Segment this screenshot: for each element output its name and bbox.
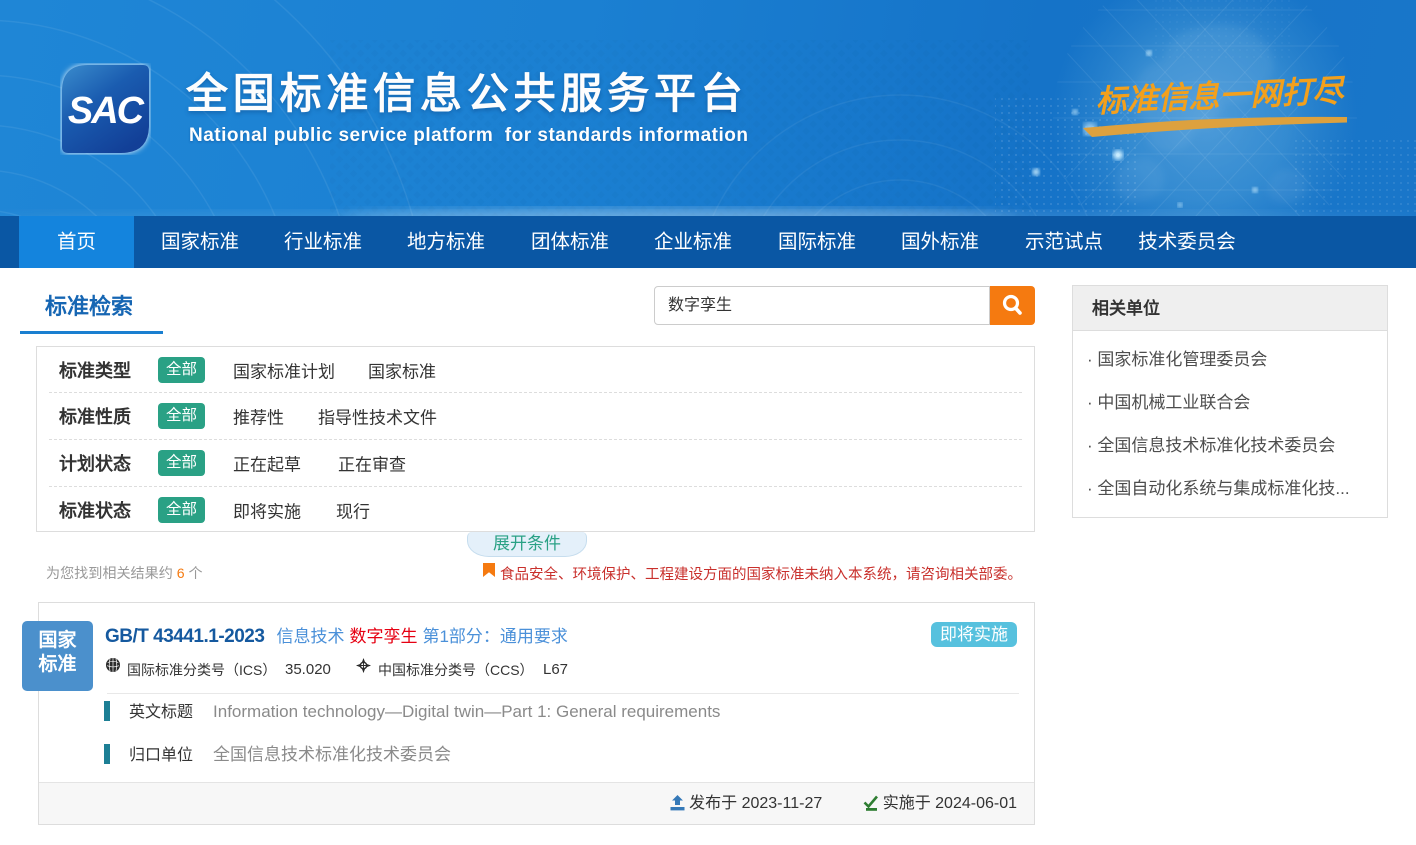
svg-text:SAC: SAC — [68, 90, 145, 132]
